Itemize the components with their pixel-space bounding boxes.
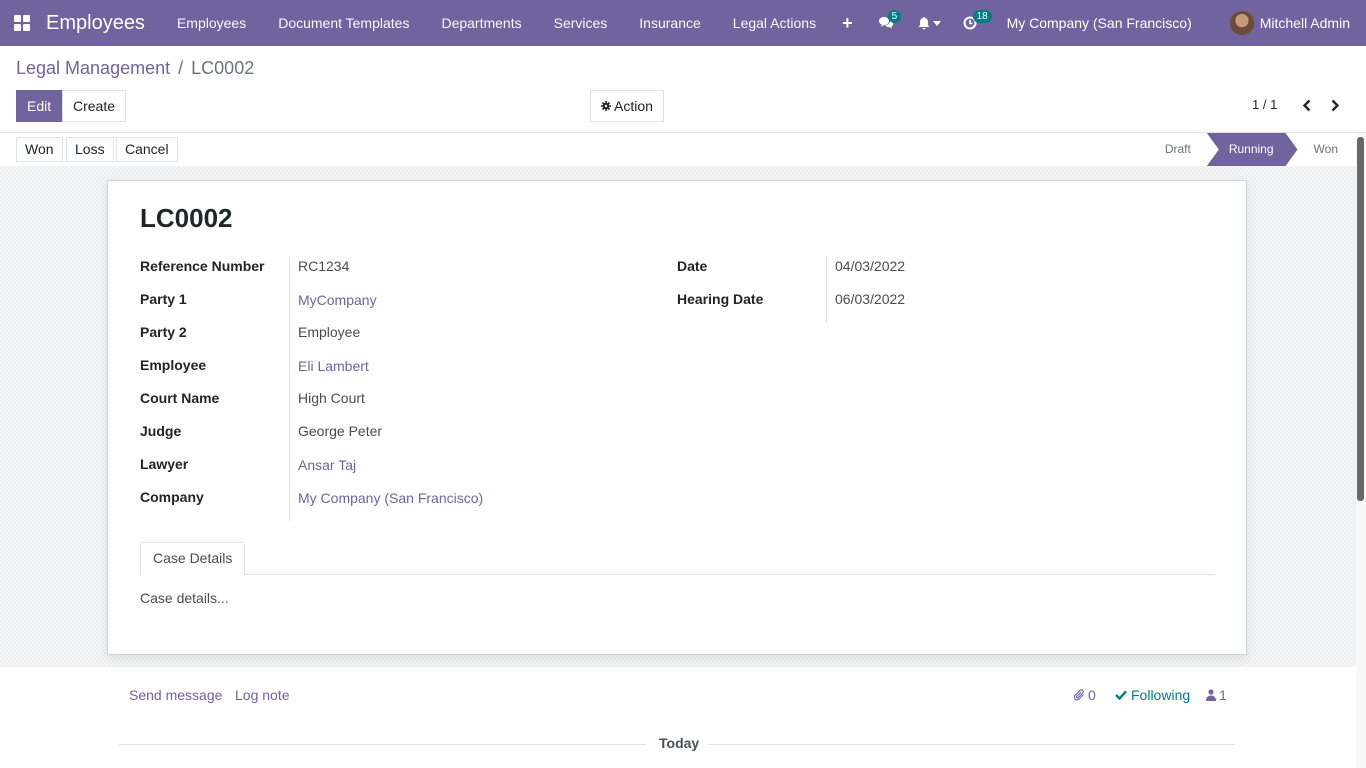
date-separator-line <box>708 744 1235 745</box>
value-company[interactable]: My Company (San Francisco) <box>298 490 483 506</box>
value-lawyer[interactable]: Ansar Taj <box>298 457 356 473</box>
breadcrumb-current: LC0002 <box>191 58 255 78</box>
paperclip-icon <box>1074 688 1084 700</box>
messages-button[interactable]: 5 <box>868 0 904 46</box>
breadcrumb-separator: / <box>178 58 184 78</box>
chevron-left-icon[interactable] <box>1302 99 1312 112</box>
menu-employees[interactable]: Employees <box>161 0 262 46</box>
cancel-button[interactable]: Cancel <box>116 137 178 162</box>
stage-won[interactable]: Won <box>1298 133 1354 166</box>
statusbar: Draft Running Won <box>1149 133 1354 166</box>
followers-count: 1 <box>1219 687 1227 703</box>
date-separator-line <box>119 744 646 745</box>
action-label: Action <box>614 98 653 114</box>
label-employee: Employee <box>140 357 207 373</box>
gear-icon <box>601 101 611 111</box>
check-icon <box>1115 690 1127 700</box>
label-reference-number: Reference Number <box>140 258 265 274</box>
breadcrumb-parent[interactable]: Legal Management <box>16 58 170 78</box>
menu-document-templates[interactable]: Document Templates <box>262 0 425 46</box>
send-message-button[interactable]: Send message <box>129 687 222 703</box>
top-navbar: Employees Employees Document Templates D… <box>0 0 1366 46</box>
value-employee[interactable]: Eli Lambert <box>298 358 369 374</box>
value-judge: George Peter <box>298 423 383 439</box>
user-menu[interactable]: Mitchell Admin <box>1210 11 1366 35</box>
edit-button[interactable]: Edit <box>16 90 63 122</box>
scrollbar-thumb[interactable] <box>1357 137 1364 501</box>
attachments-count: 0 <box>1088 687 1096 703</box>
value-party-2: Employee <box>298 324 361 340</box>
company-switcher[interactable]: My Company (San Francisco) <box>987 15 1210 31</box>
user-name: Mitchell Admin <box>1259 15 1350 31</box>
followers-button[interactable]: 1 <box>1206 687 1227 703</box>
tab-underline <box>140 574 1215 575</box>
pager-value[interactable]: 1 / 1 <box>1252 97 1277 112</box>
label-lawyer: Lawyer <box>140 456 189 472</box>
chevron-right-icon[interactable] <box>1330 99 1340 112</box>
date-separator: Today <box>659 735 700 751</box>
case-details-text[interactable]: Case details... <box>140 590 229 606</box>
menu-legal-actions[interactable]: Legal Actions <box>717 0 832 46</box>
attachments-button[interactable]: 0 <box>1074 687 1096 703</box>
activities-badge: 18 <box>972 10 992 23</box>
value-court-name: High Court <box>298 390 365 406</box>
breadcrumb: Legal Management / LC0002 <box>16 58 254 79</box>
won-button[interactable]: Won <box>16 137 63 162</box>
value-hearing-date: 06/03/2022 <box>835 291 906 307</box>
menu-insurance[interactable]: Insurance <box>623 0 716 46</box>
value-date: 04/03/2022 <box>835 258 906 274</box>
notifications-button[interactable] <box>904 0 951 46</box>
label-court-name: Court Name <box>140 390 220 406</box>
tab-case-details[interactable]: Case Details <box>140 542 246 575</box>
stage-running[interactable]: Running <box>1207 133 1298 166</box>
user-icon <box>1206 689 1216 701</box>
form-sheet: LC0002 Reference Number RC1234 Party 1 M… <box>107 180 1247 655</box>
avatar <box>1229 11 1254 35</box>
following-button[interactable]: Following <box>1115 687 1190 703</box>
label-company: Company <box>140 489 204 505</box>
loss-button[interactable]: Loss <box>66 137 114 162</box>
label-hearing-date: Hearing Date <box>677 291 764 307</box>
plus-icon[interactable]: + <box>832 13 863 34</box>
label-judge: Judge <box>140 423 182 439</box>
bell-icon <box>918 16 930 29</box>
apps-menu-icon[interactable] <box>0 0 46 46</box>
value-party-1[interactable]: MyCompany <box>298 292 377 308</box>
record-title: LC0002 <box>140 203 233 233</box>
menu-services[interactable]: Services <box>538 0 624 46</box>
app-name[interactable]: Employees <box>46 12 145 35</box>
create-button[interactable]: Create <box>62 90 127 122</box>
caret-down-icon <box>932 20 941 26</box>
field-separator <box>289 257 290 521</box>
action-dropdown[interactable]: Action <box>590 90 664 122</box>
label-party-2: Party 2 <box>140 324 187 340</box>
stage-draft[interactable]: Draft <box>1149 133 1207 166</box>
value-reference-number: RC1234 <box>298 258 350 274</box>
label-party-1: Party 1 <box>140 291 187 307</box>
log-note-button[interactable]: Log note <box>235 687 290 703</box>
following-label: Following <box>1131 687 1191 703</box>
messages-badge: 5 <box>887 10 902 23</box>
activities-button[interactable]: 18 <box>951 0 992 46</box>
label-date: Date <box>677 258 708 274</box>
menu-departments[interactable]: Departments <box>425 0 537 46</box>
field-separator <box>826 257 827 322</box>
